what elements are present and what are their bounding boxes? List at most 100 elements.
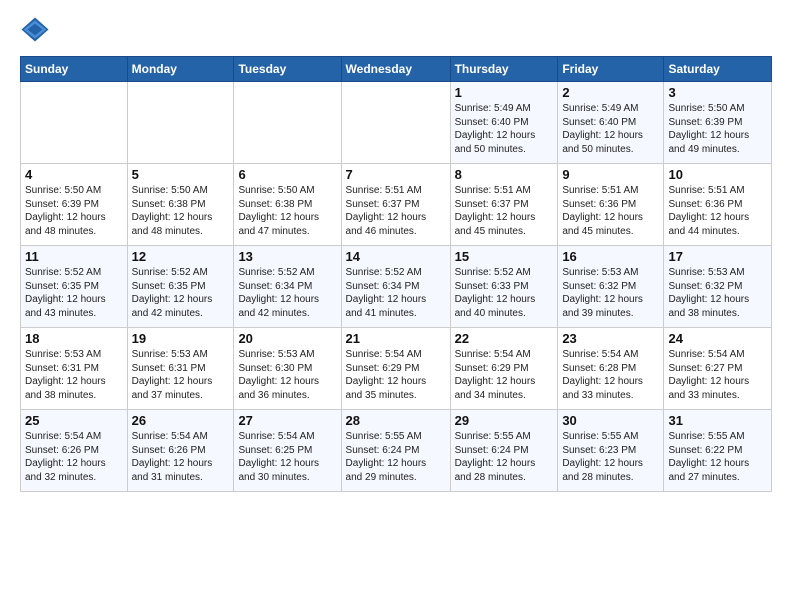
logo-icon (20, 16, 50, 46)
day-number: 1 (455, 85, 554, 100)
day-number: 6 (238, 167, 336, 182)
day-info: Sunrise: 5:52 AM Sunset: 6:33 PM Dayligh… (455, 266, 554, 320)
week-row-3: 11Sunrise: 5:52 AM Sunset: 6:35 PM Dayli… (21, 246, 772, 328)
logo (20, 16, 54, 46)
day-number: 23 (562, 331, 659, 346)
day-cell: 13Sunrise: 5:52 AM Sunset: 6:34 PM Dayli… (234, 246, 341, 328)
day-cell (341, 82, 450, 164)
day-cell: 1Sunrise: 5:49 AM Sunset: 6:40 PM Daylig… (450, 82, 558, 164)
day-number: 5 (132, 167, 230, 182)
day-number: 30 (562, 413, 659, 428)
day-cell: 3Sunrise: 5:50 AM Sunset: 6:39 PM Daylig… (664, 82, 772, 164)
day-info: Sunrise: 5:55 AM Sunset: 6:23 PM Dayligh… (562, 430, 659, 484)
day-info: Sunrise: 5:50 AM Sunset: 6:38 PM Dayligh… (238, 184, 336, 238)
day-cell: 21 Sunrise: 5:54 AM Sunset: 6:29 PM Dayli… (341, 328, 450, 410)
header-cell-sunday: Sunday (21, 57, 128, 82)
day-info: Sunrise: 5:54 AM Sunset: 6:28 PM Dayligh… (562, 348, 659, 402)
calendar-header: SundayMondayTuesdayWednesdayThursdayFrid… (21, 57, 772, 82)
day-info: Sunrise: 5:53 AM Sunset: 6:32 PM Dayligh… (562, 266, 659, 320)
day-number: 31 (668, 413, 767, 428)
day-number: 20 (238, 331, 336, 346)
day-number: 25 (25, 413, 123, 428)
day-cell (234, 82, 341, 164)
day-info: Sunrise: 5:52 AM Sunset: 6:35 PM Dayligh… (132, 266, 230, 320)
day-cell: 23 Sunrise: 5:54 AM Sunset: 6:28 PM Dayli… (558, 328, 664, 410)
day-cell: 10 Sunrise: 5:51 AM Sunset: 6:36 PM Dayli… (664, 164, 772, 246)
day-info: Sunrise: 5:52 AM Sunset: 6:35 PM Dayligh… (25, 266, 123, 320)
week-row-2: 4 Sunrise: 5:50 AM Sunset: 6:39 PM Daylig… (21, 164, 772, 246)
header-cell-wednesday: Wednesday (341, 57, 450, 82)
day-info: Sunrise: 5:49 AM Sunset: 6:40 PM Dayligh… (562, 102, 659, 156)
week-row-5: 25 Sunrise: 5:54 AM Sunset: 6:26 PM Dayli… (21, 410, 772, 492)
day-info: Sunrise: 5:53 AM Sunset: 6:32 PM Dayligh… (668, 266, 767, 320)
day-cell: 18Sunrise: 5:53 AM Sunset: 6:31 PM Dayli… (21, 328, 128, 410)
day-number: 7 (346, 167, 446, 182)
day-number: 27 (238, 413, 336, 428)
day-number: 24 (668, 331, 767, 346)
day-info: Sunrise: 5:54 AM Sunset: 6:29 PM Dayligh… (455, 348, 554, 402)
day-info: Sunrise: 5:54 AM Sunset: 6:26 PM Dayligh… (132, 430, 230, 484)
day-info: Sunrise: 5:51 AM Sunset: 6:36 PM Dayligh… (668, 184, 767, 238)
day-cell: 8 Sunrise: 5:51 AM Sunset: 6:37 PM Daylig… (450, 164, 558, 246)
day-info: Sunrise: 5:51 AM Sunset: 6:36 PM Dayligh… (562, 184, 659, 238)
day-info: Sunrise: 5:52 AM Sunset: 6:34 PM Dayligh… (346, 266, 446, 320)
day-cell (127, 82, 234, 164)
day-number: 17 (668, 249, 767, 264)
day-cell: 15 Sunrise: 5:52 AM Sunset: 6:33 PM Dayli… (450, 246, 558, 328)
day-number: 18 (25, 331, 123, 346)
day-cell: 22Sunrise: 5:54 AM Sunset: 6:29 PM Dayli… (450, 328, 558, 410)
day-info: Sunrise: 5:50 AM Sunset: 6:38 PM Dayligh… (132, 184, 230, 238)
day-info: Sunrise: 5:54 AM Sunset: 6:29 PM Dayligh… (346, 348, 446, 402)
day-number: 12 (132, 249, 230, 264)
day-cell: 2 Sunrise: 5:49 AM Sunset: 6:40 PM Daylig… (558, 82, 664, 164)
day-cell: 4 Sunrise: 5:50 AM Sunset: 6:39 PM Daylig… (21, 164, 128, 246)
day-cell: 20 Sunrise: 5:53 AM Sunset: 6:30 PM Dayli… (234, 328, 341, 410)
day-cell: 30 Sunrise: 5:55 AM Sunset: 6:23 PM Dayli… (558, 410, 664, 492)
header-row: SundayMondayTuesdayWednesdayThursdayFrid… (21, 57, 772, 82)
day-number: 29 (455, 413, 554, 428)
day-info: Sunrise: 5:51 AM Sunset: 6:37 PM Dayligh… (346, 184, 446, 238)
day-cell: 17 Sunrise: 5:53 AM Sunset: 6:32 PM Dayli… (664, 246, 772, 328)
day-cell: 25Sunrise: 5:54 AM Sunset: 6:26 PM Dayli… (21, 410, 128, 492)
day-info: Sunrise: 5:50 AM Sunset: 6:39 PM Dayligh… (668, 102, 767, 156)
day-info: Sunrise: 5:55 AM Sunset: 6:24 PM Dayligh… (455, 430, 554, 484)
day-cell (21, 82, 128, 164)
day-cell: 7 Sunrise: 5:51 AM Sunset: 6:37 PM Daylig… (341, 164, 450, 246)
day-cell: 16 Sunrise: 5:53 AM Sunset: 6:32 PM Dayli… (558, 246, 664, 328)
day-number: 2 (562, 85, 659, 100)
header-cell-friday: Friday (558, 57, 664, 82)
header-cell-tuesday: Tuesday (234, 57, 341, 82)
day-number: 4 (25, 167, 123, 182)
day-info: Sunrise: 5:50 AM Sunset: 6:39 PM Dayligh… (25, 184, 123, 238)
day-cell: 24 Sunrise: 5:54 AM Sunset: 6:27 PM Dayli… (664, 328, 772, 410)
day-info: Sunrise: 5:53 AM Sunset: 6:30 PM Dayligh… (238, 348, 336, 402)
day-info: Sunrise: 5:55 AM Sunset: 6:22 PM Dayligh… (668, 430, 767, 484)
header-cell-monday: Monday (127, 57, 234, 82)
day-number: 16 (562, 249, 659, 264)
day-cell: 5 Sunrise: 5:50 AM Sunset: 6:38 PM Daylig… (127, 164, 234, 246)
day-cell: 11Sunrise: 5:52 AM Sunset: 6:35 PM Dayli… (21, 246, 128, 328)
calendar-body: 1 Sunrise: 5:49 AM Sunset: 6:40 PM Daylig… (21, 82, 772, 492)
day-info: Sunrise: 5:54 AM Sunset: 6:27 PM Dayligh… (668, 348, 767, 402)
day-cell: 31 Sunrise: 5:55 AM Sunset: 6:22 PM Dayli… (664, 410, 772, 492)
day-number: 28 (346, 413, 446, 428)
day-cell: 26 Sunrise: 5:54 AM Sunset: 6:26 PM Dayli… (127, 410, 234, 492)
day-number: 21 (346, 331, 446, 346)
day-number: 26 (132, 413, 230, 428)
header-cell-thursday: Thursday (450, 57, 558, 82)
week-row-4: 18Sunrise: 5:53 AM Sunset: 6:31 PM Dayli… (21, 328, 772, 410)
day-cell: 12 Sunrise: 5:52 AM Sunset: 6:35 PM Dayli… (127, 246, 234, 328)
day-cell: 27Sunrise: 5:54 AM Sunset: 6:25 PM Dayli… (234, 410, 341, 492)
day-cell: 19Sunrise: 5:53 AM Sunset: 6:31 PM Dayli… (127, 328, 234, 410)
day-cell: 28Sunrise: 5:55 AM Sunset: 6:24 PM Dayli… (341, 410, 450, 492)
day-cell: 14Sunrise: 5:52 AM Sunset: 6:34 PM Dayli… (341, 246, 450, 328)
day-cell: 9Sunrise: 5:51 AM Sunset: 6:36 PM Daylig… (558, 164, 664, 246)
day-number: 15 (455, 249, 554, 264)
week-row-1: 1 Sunrise: 5:49 AM Sunset: 6:40 PM Daylig… (21, 82, 772, 164)
day-number: 19 (132, 331, 230, 346)
day-number: 10 (668, 167, 767, 182)
header-cell-saturday: Saturday (664, 57, 772, 82)
day-number: 8 (455, 167, 554, 182)
day-cell: 29 Sunrise: 5:55 AM Sunset: 6:24 PM Dayli… (450, 410, 558, 492)
day-info: Sunrise: 5:51 AM Sunset: 6:37 PM Dayligh… (455, 184, 554, 238)
